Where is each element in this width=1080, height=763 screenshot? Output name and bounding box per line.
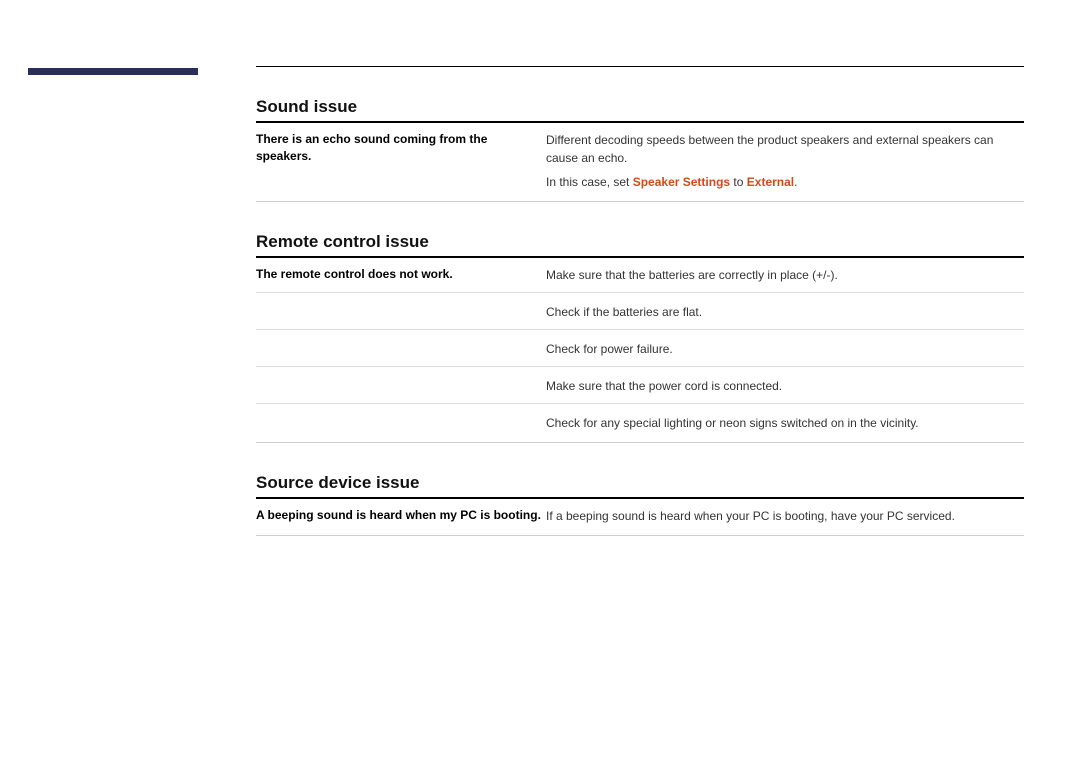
text: . <box>794 175 797 189</box>
row-value: Check for power failure. <box>546 340 1024 358</box>
row-value: Check for any special lighting or neon s… <box>546 414 1024 432</box>
row-line: In this case, set Speaker Settings to Ex… <box>546 173 1024 191</box>
section-end-rule <box>256 201 1024 202</box>
table-row: The remote control does not work. Make s… <box>256 258 1024 292</box>
table-row: Check if the batteries are flat. <box>256 292 1024 329</box>
highlight-text: Speaker Settings <box>633 175 730 189</box>
table-row: Check for any special lighting or neon s… <box>256 403 1024 440</box>
highlight-text: External <box>747 175 794 189</box>
table-row: A beeping sound is heard when my PC is b… <box>256 499 1024 533</box>
table-row: There is an echo sound coming from the s… <box>256 123 1024 199</box>
row-value: Check if the batteries are flat. <box>546 303 1024 321</box>
section-end-rule <box>256 535 1024 536</box>
top-rule <box>256 66 1024 67</box>
row-line: Different decoding speeds between the pr… <box>546 131 1024 167</box>
section-end-rule <box>256 442 1024 443</box>
row-value: If a beeping sound is heard when your PC… <box>546 507 1024 525</box>
section-heading-source: Source device issue <box>256 473 1024 493</box>
section-heading-remote: Remote control issue <box>256 232 1024 252</box>
table-row: Make sure that the power cord is connect… <box>256 366 1024 403</box>
page-content: Sound issue There is an echo sound comin… <box>0 0 1080 576</box>
row-label: The remote control does not work. <box>256 266 546 283</box>
table-row: Check for power failure. <box>256 329 1024 366</box>
section-heading-sound: Sound issue <box>256 97 1024 117</box>
text: In this case, set <box>546 175 633 189</box>
row-value: Make sure that the power cord is connect… <box>546 377 1024 395</box>
row-value: Different decoding speeds between the pr… <box>546 131 1024 191</box>
row-label: A beeping sound is heard when my PC is b… <box>256 507 546 524</box>
row-value: Make sure that the batteries are correct… <box>546 266 1024 284</box>
accent-bar <box>28 68 198 75</box>
row-label: There is an echo sound coming from the s… <box>256 131 546 166</box>
text: to <box>730 175 747 189</box>
